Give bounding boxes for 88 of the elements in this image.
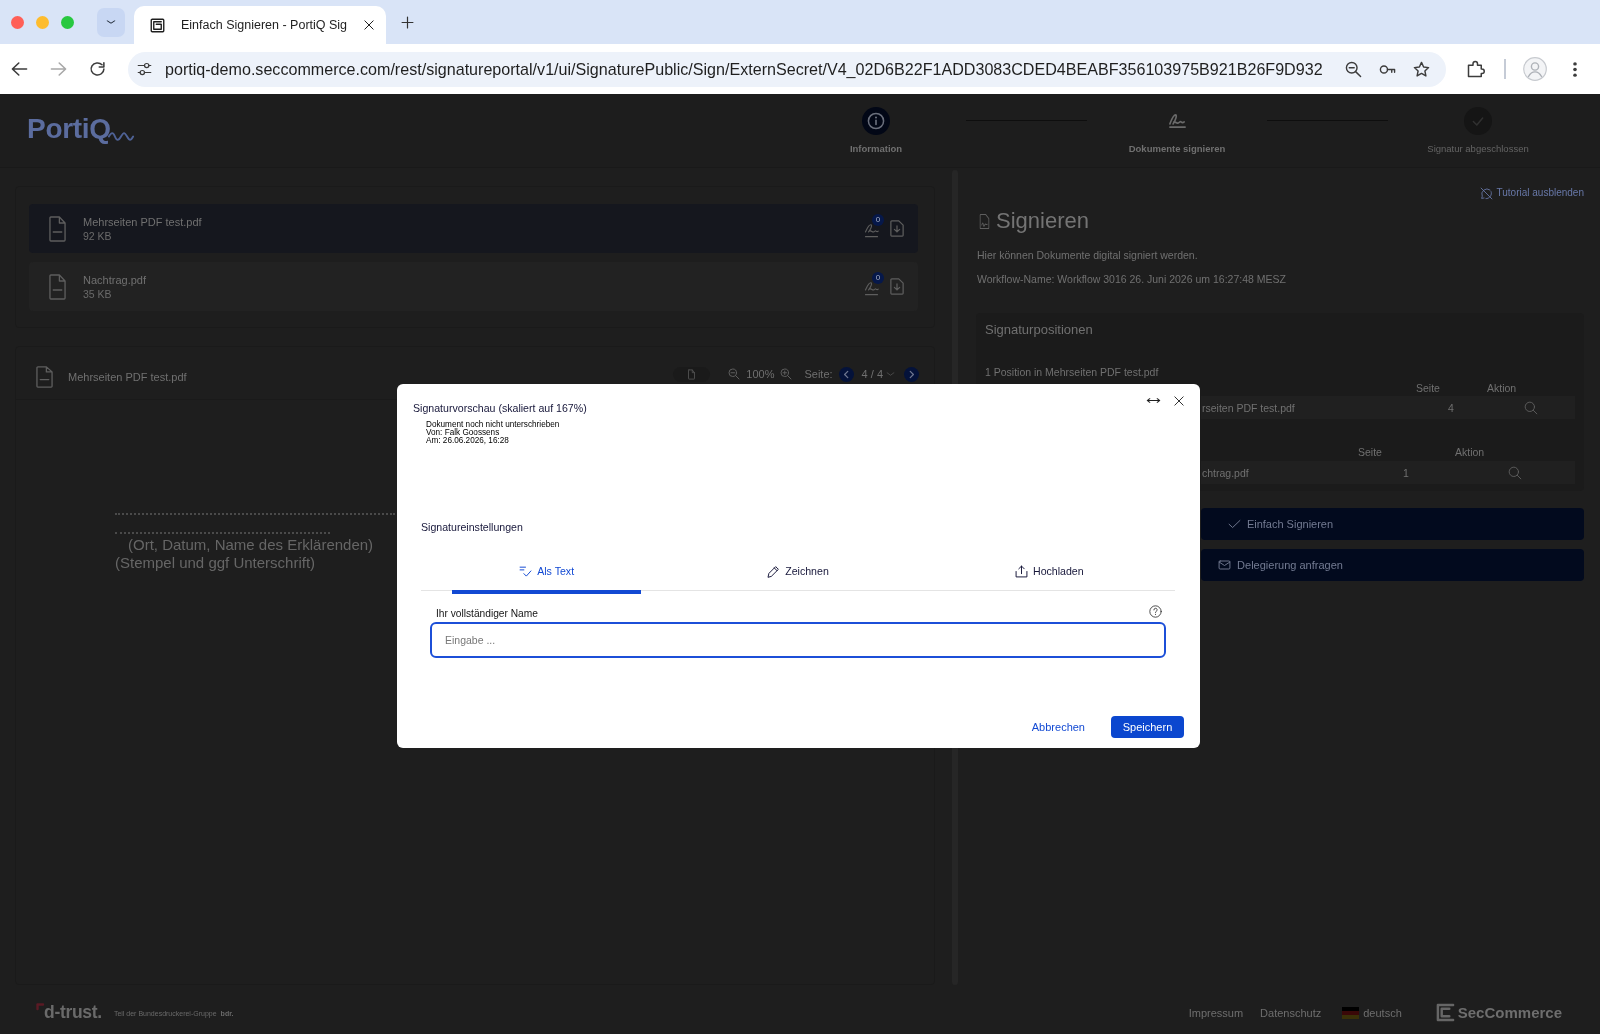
file-icon — [36, 366, 53, 388]
star-icon[interactable] — [1413, 60, 1430, 78]
corner-bracket-icon — [36, 1003, 44, 1010]
sign-button[interactable]: Einfach Signieren — [1201, 508, 1584, 540]
step-label: Dokumente signieren — [1128, 143, 1226, 155]
search-icon[interactable] — [1508, 465, 1522, 480]
count-badge: 0 — [872, 272, 884, 284]
expand-icon[interactable] — [1146, 395, 1161, 406]
logo-text: d-trust. — [44, 1002, 102, 1022]
file-row[interactable]: Nachtrag.pdf 35 KB 0 — [29, 262, 918, 311]
name-input[interactable]: Eingabe ... — [430, 622, 1166, 658]
tutorial-link[interactable]: Tutorial ausblenden — [1479, 185, 1584, 201]
table-cell-text: chtrag.pdf — [1202, 466, 1250, 479]
slashed-bubble-icon — [1479, 186, 1493, 200]
window-close-icon[interactable] — [11, 15, 24, 29]
column-header: Aktion — [1487, 381, 1518, 395]
logo-text: PortiQ — [27, 114, 111, 144]
reload-icon[interactable] — [89, 61, 106, 77]
section-title: Signatureinstellungen — [421, 520, 523, 535]
document-text: (Stempel und ggf Unterschrift) — [115, 554, 316, 572]
browser-tab[interactable]: Einfach Signieren - PortiQ Sig — [134, 6, 386, 44]
logo-mark-icon — [1435, 1003, 1455, 1022]
address-bar[interactable]: portiq-demo.seccommerce.com/rest/signatureportal/v1/ui/SignaturePublic/Sign/ExternSecret/V4_02D6B22F1ADD3083CDED4BEABF356103975B921B26F9D932 — [128, 51, 1446, 87]
table-cell-text: 4 — [1448, 401, 1455, 414]
text-check-icon — [519, 564, 533, 578]
column-header: Seite — [1358, 445, 1383, 459]
file-row[interactable]: Mehrseiten PDF test.pdf 92 KB 0 — [29, 204, 918, 253]
preview-text: Dokument noch nicht unterschrieben — [426, 421, 560, 429]
download-icon[interactable] — [890, 278, 904, 295]
search-icon[interactable] — [1524, 400, 1538, 415]
file-name: Mehrseiten PDF test.pdf — [68, 371, 188, 383]
dialog-title: Signaturvorschau (skaliert auf 167%) — [413, 401, 587, 416]
zoom-level: 100% — [746, 368, 775, 380]
pencil-icon — [767, 564, 781, 578]
forward-icon[interactable] — [50, 61, 67, 77]
table-cell-text: rseiten PDF test.pdf — [1202, 401, 1296, 414]
puzzle-icon[interactable] — [1467, 60, 1485, 78]
zoom-in-icon[interactable] — [780, 368, 793, 380]
position-heading: 1 Position in Mehrseiten PDF test.pdf — [985, 365, 1160, 379]
mail-icon — [1218, 559, 1232, 571]
upload-icon — [1015, 564, 1028, 578]
file-size: 92 KB — [83, 228, 113, 243]
file-size: 35 KB — [83, 286, 113, 301]
page-title: Signieren — [996, 207, 1089, 235]
menu-icon[interactable] — [1572, 61, 1577, 77]
document-icon — [978, 212, 991, 230]
site-settings-icon[interactable] — [137, 62, 152, 76]
flag-icon — [1342, 1006, 1360, 1019]
file-icon — [49, 215, 66, 242]
column-header: Aktion — [1455, 445, 1486, 459]
document-text: (Ort, Datum, Name des Erklärenden) — [127, 536, 374, 554]
description-text: Hier können Dokumente digital signiert werden. — [977, 248, 1199, 262]
delegation-button[interactable]: Delegierung anfragen — [1201, 549, 1584, 581]
workflow-name-text: Workflow-Name: Workflow 3016 26. Juni 2026 um 16:27:48 MESZ — [977, 272, 1287, 286]
previous-page-icon[interactable] — [838, 366, 854, 382]
count-badge: 0 — [872, 214, 884, 226]
file-name: Nachtrag.pdf — [83, 272, 147, 287]
tab[interactable]: Zeichnen — [672, 552, 924, 594]
close-icon[interactable] — [364, 20, 374, 30]
back-icon[interactable] — [11, 61, 28, 77]
check-icon — [1227, 518, 1241, 530]
preview-text: Am: 26.06.2026, 16:28 — [426, 437, 509, 445]
next-page-icon[interactable] — [904, 366, 919, 382]
favicon-icon — [150, 17, 165, 33]
table-cell-text: 1 — [1403, 466, 1410, 479]
logo-text: SecCommerce — [1457, 1004, 1562, 1021]
file-name: Mehrseiten PDF test.pdf — [83, 214, 203, 229]
file-icon — [49, 273, 66, 300]
document-icon — [687, 368, 697, 380]
download-icon[interactable] — [890, 220, 904, 237]
tab[interactable]: Hochladen — [923, 552, 1175, 594]
preview-text: Von: Falk Goossens — [426, 429, 500, 437]
step-label: Signatur abgeschlossen — [1427, 143, 1529, 155]
zoom-out-icon[interactable] — [1345, 60, 1362, 78]
field-label: Ihr vollständiger Name — [436, 607, 538, 621]
card-title: Signaturpositionen — [985, 322, 1094, 338]
tab[interactable]: Als Text — [421, 552, 673, 594]
chevron-down-icon — [886, 371, 895, 377]
save-button[interactable]: Speichern — [1111, 716, 1184, 738]
step-label: Information — [849, 143, 903, 155]
chevron-down-icon — [106, 19, 116, 25]
page-label: Seite: — [804, 368, 833, 380]
help-icon[interactable] — [1149, 604, 1162, 618]
new-tab-icon[interactable] — [401, 15, 414, 29]
page-view-button[interactable] — [673, 366, 711, 382]
cancel-button[interactable]: Abbrechen — [1023, 716, 1093, 738]
close-icon[interactable] — [1174, 395, 1184, 406]
column-header: Seite — [1416, 381, 1441, 395]
